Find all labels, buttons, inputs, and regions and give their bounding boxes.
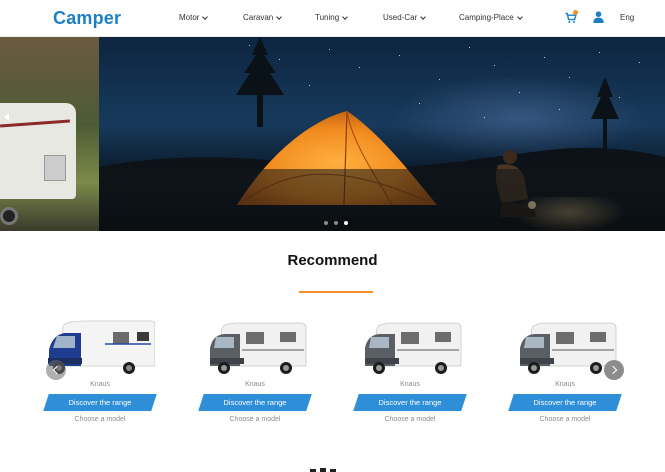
nav-label: Camping-Place — [459, 13, 514, 22]
next-section-title-peek — [310, 468, 336, 472]
site-header: Camper Motor Caravan Tuning Used-Car Cam… — [0, 0, 665, 37]
chevron-down-icon — [516, 13, 523, 20]
nav-item-tuning[interactable]: Tuning — [315, 13, 349, 22]
discover-range-button[interactable]: Discover the range — [198, 394, 312, 411]
discover-range-button[interactable]: Discover the range — [508, 394, 622, 411]
chevron-down-icon — [342, 13, 349, 20]
nav-item-used-car[interactable]: Used-Car — [383, 13, 427, 22]
carousel-prev-button[interactable] — [46, 360, 66, 380]
caravan-image — [0, 103, 76, 199]
nav-item-camping-place[interactable]: Camping-Place — [459, 13, 523, 22]
discover-range-button[interactable]: Discover the range — [353, 394, 467, 411]
caravan-wheel — [0, 207, 18, 225]
chevron-down-icon — [420, 13, 427, 20]
carousel-next-button[interactable] — [604, 360, 624, 380]
chevron-down-icon — [202, 13, 209, 20]
nav-label: Used-Car — [383, 13, 418, 22]
hero-prev-slide-image — [0, 37, 99, 231]
hero-carousel[interactable] — [0, 37, 665, 231]
card-brand: Knaus — [90, 381, 110, 388]
discover-range-button[interactable]: Discover the range — [43, 394, 157, 411]
language-selector[interactable]: Eng — [620, 13, 634, 22]
choose-model-link[interactable]: Choose a model — [505, 416, 625, 423]
user-icon[interactable] — [593, 11, 604, 23]
nav-item-caravan[interactable]: Caravan — [243, 13, 283, 22]
button-label: Discover the range — [68, 398, 132, 407]
product-card[interactable]: Knaus Discover the range Choose a model — [350, 318, 470, 430]
chevron-down-icon — [276, 13, 283, 20]
nav-label: Tuning — [315, 13, 340, 22]
cart-badge — [573, 10, 578, 15]
choose-model-link[interactable]: Choose a model — [40, 416, 160, 423]
button-label: Discover the range — [378, 398, 442, 407]
button-label: Discover the range — [533, 398, 597, 407]
motorhome-image — [210, 322, 307, 374]
choose-model-link[interactable]: Choose a model — [350, 416, 470, 423]
nav-item-motor[interactable]: Motor — [179, 13, 209, 22]
title-underline — [299, 291, 373, 293]
hero-slide-dot[interactable] — [334, 221, 338, 225]
choose-model-link[interactable]: Choose a model — [195, 416, 315, 423]
logo[interactable]: Camper — [53, 8, 121, 29]
product-card[interactable]: Knaus Discover the range Choose a model — [195, 318, 315, 430]
hero-prev-arrow-icon[interactable] — [4, 113, 9, 121]
card-brand: Knaus — [245, 381, 265, 388]
button-label: Discover the range — [223, 398, 287, 407]
nav-label: Motor — [179, 13, 200, 22]
ground-shadow — [99, 169, 665, 231]
card-brand: Knaus — [400, 381, 420, 388]
motorhome-image — [365, 322, 462, 374]
nav-label: Caravan — [243, 13, 274, 22]
card-brand: Knaus — [555, 381, 575, 388]
hero-slide-dot-active[interactable] — [344, 221, 348, 225]
hero-slide-dot[interactable] — [324, 221, 328, 225]
section-title-recommend: Recommend — [287, 252, 378, 269]
caravan-window — [44, 155, 66, 181]
